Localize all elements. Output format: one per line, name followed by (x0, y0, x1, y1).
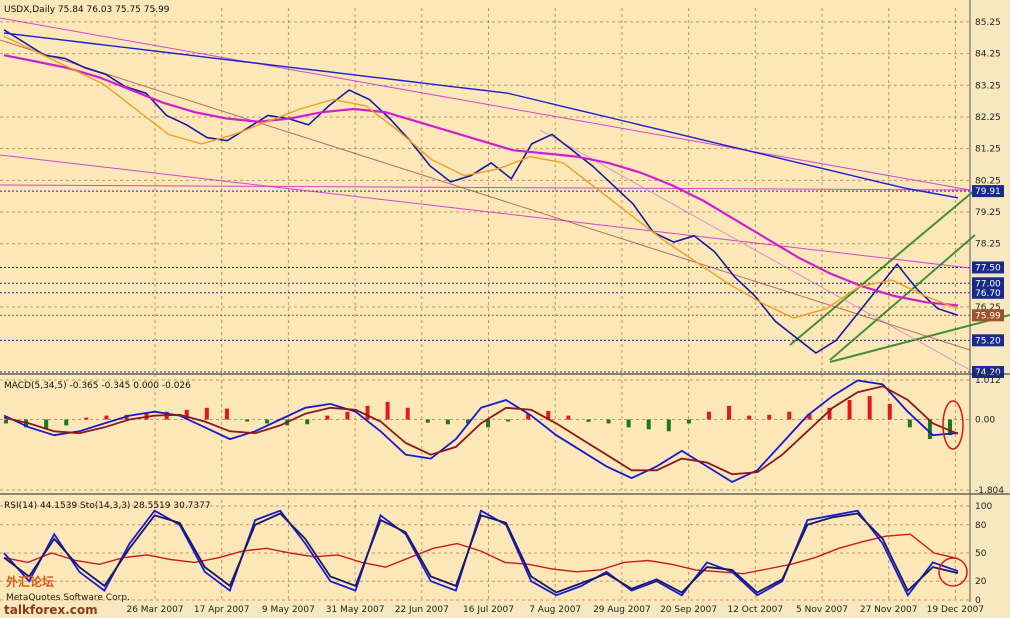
histogram-bar (847, 400, 852, 420)
chart-canvas: 85.25 84.25 83.25 82.25 81.25 80.25 79.25 78.25… (0, 0, 1010, 617)
y-tick-label: 80.25 (975, 176, 1001, 186)
histogram-bar (747, 415, 752, 420)
rsi-panel (0, 496, 970, 602)
histogram-bar (706, 411, 711, 420)
histogram-bar (305, 419, 310, 425)
histogram-bar (586, 419, 591, 422)
price-tag: 77.50 (972, 261, 1004, 274)
histogram-bar (646, 419, 651, 430)
histogram-bar (325, 415, 330, 420)
price-legend: USDX,Daily 75.84 76.03 75.75 75.99 (4, 5, 170, 15)
price-tag-label: 77.50 (975, 263, 1001, 273)
watermark-logo: 外汇论坛 (6, 574, 54, 589)
histogram-bar (64, 419, 69, 426)
histogram-bar (686, 419, 691, 424)
watermark-site: talkforex.com (4, 603, 98, 617)
price-tag-label: 75.99 (975, 311, 1001, 321)
histogram-bar (204, 407, 209, 420)
y-tick-label: 20 (975, 577, 987, 587)
x-tick-label: 19 Dec 2007 (927, 605, 985, 615)
x-tick-label: 31 May 2007 (326, 605, 385, 615)
histogram-bar (767, 414, 772, 420)
x-tick-label: 7 Aug 2007 (529, 605, 581, 615)
x-tick-label: 12 Oct 2007 (727, 605, 783, 615)
x-tick-label: 29 Aug 2007 (593, 605, 651, 615)
histogram-bar (104, 415, 109, 420)
histogram-bar (626, 419, 631, 428)
y-tick-label: 80 (975, 521, 987, 531)
y-tick-label: 1.012 (975, 376, 1001, 386)
price-tag-label: 79.91 (975, 187, 1001, 197)
rsi-legend: RSI(14) 44.1539 Sto(14,3,3) 28.5519 30.7… (4, 501, 211, 511)
x-tick-label: 27 Nov 2007 (860, 605, 918, 615)
time-axis: 26 Mar 2007 17 Apr 2007 9 May 2007 31 May 2… (126, 605, 984, 615)
histogram-bar (867, 396, 872, 420)
histogram-bar (425, 419, 430, 423)
histogram-bar (405, 407, 410, 420)
price-axis: 85.25 84.25 83.25 82.25 81.25 80.25 79.25 78.25… (972, 18, 1004, 606)
y-tick-label: 79.25 (975, 208, 1001, 218)
y-tick-label: 81.25 (975, 145, 1001, 155)
price-tag: 76.70 (972, 286, 1004, 299)
histogram-bar (445, 419, 450, 425)
histogram-bar (787, 411, 792, 420)
price-tag: 79.91 (972, 185, 1004, 198)
y-tick-label: 100 (975, 502, 992, 512)
histogram-bar (907, 419, 912, 428)
macd-panel (0, 376, 970, 492)
histogram-bar (727, 405, 732, 420)
histogram-bar (506, 419, 511, 422)
y-tick-label: 50 (975, 549, 987, 559)
x-tick-label: 16 Jul 2007 (463, 605, 514, 615)
y-tick-label: 82.25 (975, 113, 1001, 123)
x-tick-label: 20 Sep 2007 (660, 605, 717, 615)
x-tick-label: 5 Nov 2007 (796, 605, 848, 615)
histogram-bar (887, 403, 892, 420)
x-tick-label: 17 Apr 2007 (194, 605, 250, 615)
histogram-bar (345, 411, 350, 420)
macd-legend: MACD(5,34,5) -0.365 -0.345 0.000 -0.026 (4, 381, 191, 391)
y-tick-label: 85.25 (975, 18, 1001, 28)
histogram-bar (84, 417, 89, 420)
histogram-bar (245, 419, 250, 422)
histogram-bar (385, 401, 390, 420)
price-tag: 75.99 (972, 309, 1004, 322)
x-tick-label: 9 May 2007 (262, 605, 315, 615)
histogram-bar (666, 419, 671, 432)
histogram-bar (265, 419, 270, 424)
histogram-bar (566, 415, 571, 420)
price-tag-label: 75.20 (975, 336, 1001, 346)
histogram-bar (606, 419, 611, 424)
price-tag: 75.20 (972, 334, 1004, 347)
watermark-copyright: MetaQuotes Software Corp. (6, 593, 130, 603)
x-tick-label: 22 Jun 2007 (395, 605, 449, 615)
price-tag-label: 76.70 (975, 289, 1001, 299)
y-tick-label: 78.25 (975, 240, 1001, 250)
x-tick-label: 26 Mar 2007 (126, 605, 183, 615)
histogram-bar (365, 405, 370, 420)
histogram-bar (4, 419, 8, 424)
y-tick-label: 0.00 (975, 416, 995, 426)
y-tick-label: 84.25 (975, 50, 1001, 60)
y-tick-label: 83.25 (975, 81, 1001, 91)
histogram-bar (224, 408, 229, 420)
